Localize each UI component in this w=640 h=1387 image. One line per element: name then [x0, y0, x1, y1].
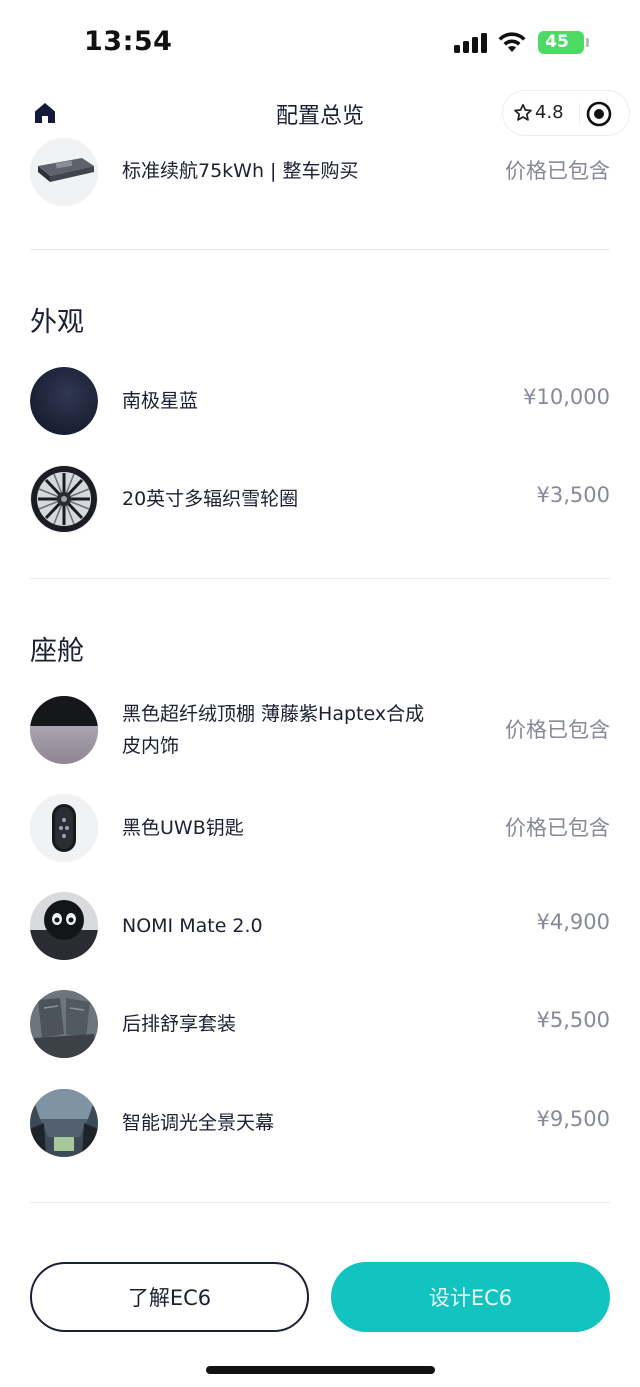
item-price: ¥4,900 — [536, 910, 610, 934]
item-price: 价格已包含 — [505, 718, 610, 742]
paint-color-swatch — [30, 367, 98, 435]
list-item-paint[interactable]: 南极星蓝 ¥10,000 — [30, 367, 610, 435]
rear-seat-thumbnail — [30, 990, 98, 1058]
battery-cap — [586, 38, 589, 47]
item-name: 南极星蓝 — [122, 390, 199, 412]
mini-program-capsule: 4.8 — [502, 90, 630, 136]
target-icon[interactable] — [585, 100, 613, 128]
list-item-key[interactable]: 黑色UWB钥匙 价格已包含 — [30, 794, 610, 862]
section-divider — [30, 1202, 610, 1203]
item-name: NOMI Mate 2.0 — [122, 915, 263, 937]
star-icon[interactable] — [513, 103, 533, 123]
list-item-nomi[interactable]: NOMI Mate 2.0 ¥4,900 — [30, 892, 610, 960]
list-item-rear-seat[interactable]: 后排舒享套装 ¥5,500 — [30, 990, 610, 1058]
item-name: 20英寸多辐织雪轮圈 — [122, 488, 299, 510]
list-item-wheels[interactable]: 20英寸多辐织雪轮圈 ¥3,500 — [30, 465, 610, 533]
wheel-thumbnail — [30, 465, 98, 533]
nav-bar: 配置总览 4.8 — [0, 86, 640, 142]
battery-level: 45 — [545, 32, 569, 52]
item-price: ¥10,000 — [523, 385, 610, 409]
status-time: 13:54 — [84, 26, 173, 57]
capsule-divider — [579, 103, 580, 125]
design-ec6-button[interactable]: 设计EC6 — [331, 1262, 610, 1332]
list-item-battery[interactable]: 标准续航75kWh | 整车购买 价格已包含 — [30, 138, 610, 206]
list-item-interior[interactable]: 黑色超纤绒顶棚 薄藤紫Haptex合成 皮内饰 价格已包含 — [30, 696, 610, 764]
status-bar: 13:54 45 — [0, 0, 640, 86]
section-title-cabin: 座舱 — [30, 636, 84, 667]
battery-pack-thumbnail — [30, 138, 98, 206]
item-price: ¥3,500 — [536, 483, 610, 507]
section-title-exterior: 外观 — [30, 307, 84, 338]
learn-ec6-button[interactable]: 了解EC6 — [30, 1262, 309, 1332]
section-divider — [30, 249, 610, 250]
item-price: 价格已包含 — [505, 159, 610, 183]
item-name-line2: 皮内饰 — [122, 735, 180, 757]
home-indicator[interactable] — [206, 1366, 435, 1374]
sunroof-thumbnail — [30, 1089, 98, 1157]
cellular-signal-icon — [454, 33, 488, 53]
item-price: ¥5,500 — [536, 1008, 610, 1032]
battery-icon: 45 — [538, 31, 584, 54]
list-item-sunroof[interactable]: 智能调光全景天幕 ¥9,500 — [30, 1089, 610, 1157]
wifi-icon — [498, 32, 526, 52]
item-price: ¥9,500 — [536, 1107, 610, 1131]
item-price: 价格已包含 — [505, 816, 610, 840]
interior-swatch — [30, 696, 98, 764]
item-name-line1: 黑色超纤绒顶棚 薄藤紫Haptex合成 — [122, 703, 425, 725]
item-name: 标准续航75kWh | 整车购买 — [122, 160, 359, 182]
item-name: 黑色UWB钥匙 — [122, 817, 244, 839]
item-name: 后排舒享套装 — [122, 1013, 237, 1035]
section-divider — [30, 578, 610, 579]
item-name: 智能调光全景天幕 — [122, 1112, 275, 1134]
rating-value[interactable]: 4.8 — [535, 102, 564, 123]
key-thumbnail — [30, 794, 98, 862]
nomi-mate-thumbnail — [30, 892, 98, 960]
